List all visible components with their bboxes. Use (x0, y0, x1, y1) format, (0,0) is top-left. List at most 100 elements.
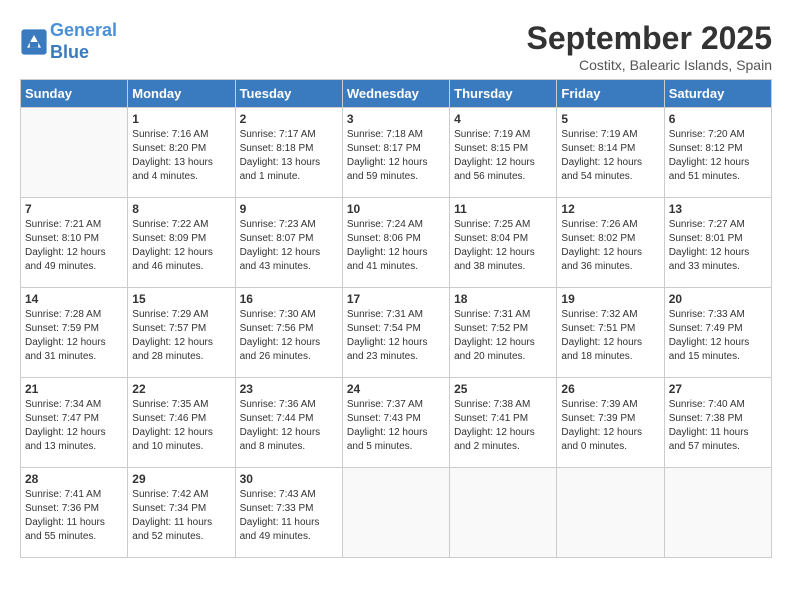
day-number: 12 (561, 202, 659, 216)
day-info: Sunrise: 7:19 AM Sunset: 8:14 PM Dayligh… (561, 128, 659, 184)
calendar-cell: 24 Sunrise: 7:37 AM Sunset: 7:43 PM Dayli… (342, 378, 449, 468)
day-number: 6 (669, 112, 767, 126)
day-info: Sunrise: 7:26 AM Sunset: 8:02 PM Dayligh… (561, 218, 659, 274)
day-info: Sunrise: 7:36 AM Sunset: 7:44 PM Dayligh… (240, 398, 338, 454)
day-number: 4 (454, 112, 552, 126)
day-info: Sunrise: 7:33 AM Sunset: 7:49 PM Dayligh… (669, 308, 767, 364)
day-number: 3 (347, 112, 445, 126)
calendar-cell (557, 468, 664, 558)
title-block: September 2025 Costitx, Balearic Islands… (527, 20, 772, 73)
week-row-0: 1 Sunrise: 7:16 AM Sunset: 8:20 PM Daylig… (21, 108, 772, 198)
day-number: 22 (132, 382, 230, 396)
day-number: 10 (347, 202, 445, 216)
day-number: 11 (454, 202, 552, 216)
calendar-cell: 13Sunrise: 7:27 AM Sunset: 8:01 PM Dayli… (664, 198, 771, 288)
calendar-cell: 14 Sunrise: 7:28 AM Sunset: 7:59 PM Dayli… (21, 288, 128, 378)
day-header-sunday: Sunday (21, 80, 128, 108)
day-info: Sunrise: 7:27 AM Sunset: 8:01 PM Dayligh… (669, 218, 767, 274)
day-number: 1 (132, 112, 230, 126)
location: Costitx, Balearic Islands, Spain (527, 57, 772, 73)
day-info: Sunrise: 7:20 AM Sunset: 8:12 PM Dayligh… (669, 128, 767, 184)
day-number: 16 (240, 292, 338, 306)
day-number: 21 (25, 382, 123, 396)
day-header-wednesday: Wednesday (342, 80, 449, 108)
calendar-cell: 11 Sunrise: 7:25 AM Sunset: 8:04 PM Dayli… (450, 198, 557, 288)
logo-line1: General (50, 20, 117, 40)
calendar-cell: 26 Sunrise: 7:39 AM Sunset: 7:39 PM Dayli… (557, 378, 664, 468)
day-number: 18 (454, 292, 552, 306)
day-info: Sunrise: 7:16 AM Sunset: 8:20 PM Dayligh… (132, 128, 230, 184)
day-number: 25 (454, 382, 552, 396)
calendar-cell: 18 Sunrise: 7:31 AM Sunset: 7:52 PM Dayli… (450, 288, 557, 378)
calendar-cell: 2 Sunrise: 7:17 AM Sunset: 8:18 PM Daylig… (235, 108, 342, 198)
day-info: Sunrise: 7:30 AM Sunset: 7:56 PM Dayligh… (240, 308, 338, 364)
week-row-2: 14 Sunrise: 7:28 AM Sunset: 7:59 PM Dayli… (21, 288, 772, 378)
day-number: 24 (347, 382, 445, 396)
logo: General Blue (20, 20, 117, 63)
calendar-cell: 3Sunrise: 7:18 AM Sunset: 8:17 PM Daylig… (342, 108, 449, 198)
day-info: Sunrise: 7:21 AM Sunset: 8:10 PM Dayligh… (25, 218, 123, 274)
calendar-cell: 6 Sunrise: 7:20 AM Sunset: 8:12 PM Daylig… (664, 108, 771, 198)
day-info: Sunrise: 7:22 AM Sunset: 8:09 PM Dayligh… (132, 218, 230, 274)
day-info: Sunrise: 7:37 AM Sunset: 7:43 PM Dayligh… (347, 398, 445, 454)
calendar-cell: 17 Sunrise: 7:31 AM Sunset: 7:54 PM Dayli… (342, 288, 449, 378)
day-number: 23 (240, 382, 338, 396)
day-info: Sunrise: 7:41 AM Sunset: 7:36 PM Dayligh… (25, 488, 123, 544)
day-info: Sunrise: 7:28 AM Sunset: 7:59 PM Dayligh… (25, 308, 123, 364)
day-info: Sunrise: 7:19 AM Sunset: 8:15 PM Dayligh… (454, 128, 552, 184)
day-number: 2 (240, 112, 338, 126)
calendar-cell: 9 Sunrise: 7:23 AM Sunset: 8:07 PM Daylig… (235, 198, 342, 288)
day-info: Sunrise: 7:40 AM Sunset: 7:38 PM Dayligh… (669, 398, 767, 454)
day-info: Sunrise: 7:24 AM Sunset: 8:06 PM Dayligh… (347, 218, 445, 274)
day-header-thursday: Thursday (450, 80, 557, 108)
calendar-cell: 1 Sunrise: 7:16 AM Sunset: 8:20 PM Daylig… (128, 108, 235, 198)
day-number: 15 (132, 292, 230, 306)
day-info: Sunrise: 7:25 AM Sunset: 8:04 PM Dayligh… (454, 218, 552, 274)
day-info: Sunrise: 7:39 AM Sunset: 7:39 PM Dayligh… (561, 398, 659, 454)
day-info: Sunrise: 7:42 AM Sunset: 7:34 PM Dayligh… (132, 488, 230, 544)
calendar-cell: 25Sunrise: 7:38 AM Sunset: 7:41 PM Dayli… (450, 378, 557, 468)
calendar-cell: 12 Sunrise: 7:26 AM Sunset: 8:02 PM Dayli… (557, 198, 664, 288)
day-header-tuesday: Tuesday (235, 80, 342, 108)
day-number: 14 (25, 292, 123, 306)
logo-line2: Blue (50, 42, 117, 64)
calendar-cell: 16 Sunrise: 7:30 AM Sunset: 7:56 PM Dayli… (235, 288, 342, 378)
calendar-cell: 30Sunrise: 7:43 AM Sunset: 7:33 PM Dayli… (235, 468, 342, 558)
day-number: 7 (25, 202, 123, 216)
calendar-cell: 15Sunrise: 7:29 AM Sunset: 7:57 PM Dayli… (128, 288, 235, 378)
calendar-cell: 27Sunrise: 7:40 AM Sunset: 7:38 PM Dayli… (664, 378, 771, 468)
calendar-cell (342, 468, 449, 558)
day-number: 28 (25, 472, 123, 486)
calendar-header: SundayMondayTuesdayWednesdayThursdayFrid… (21, 80, 772, 108)
day-info: Sunrise: 7:43 AM Sunset: 7:33 PM Dayligh… (240, 488, 338, 544)
day-info: Sunrise: 7:31 AM Sunset: 7:54 PM Dayligh… (347, 308, 445, 364)
calendar-cell: 23 Sunrise: 7:36 AM Sunset: 7:44 PM Dayli… (235, 378, 342, 468)
calendar-cell: 22Sunrise: 7:35 AM Sunset: 7:46 PM Dayli… (128, 378, 235, 468)
day-info: Sunrise: 7:31 AM Sunset: 7:52 PM Dayligh… (454, 308, 552, 364)
day-header-saturday: Saturday (664, 80, 771, 108)
day-info: Sunrise: 7:32 AM Sunset: 7:51 PM Dayligh… (561, 308, 659, 364)
day-info: Sunrise: 7:23 AM Sunset: 8:07 PM Dayligh… (240, 218, 338, 274)
calendar-cell (450, 468, 557, 558)
calendar-body: 1 Sunrise: 7:16 AM Sunset: 8:20 PM Daylig… (21, 108, 772, 558)
logo-text: General Blue (50, 20, 117, 63)
calendar-cell: 21Sunrise: 7:34 AM Sunset: 7:47 PM Dayli… (21, 378, 128, 468)
day-number: 9 (240, 202, 338, 216)
page-header: General Blue September 2025 Costitx, Bal… (20, 20, 772, 73)
calendar-cell (21, 108, 128, 198)
day-header-monday: Monday (128, 80, 235, 108)
logo-icon (20, 28, 48, 56)
calendar-cell: 7 Sunrise: 7:21 AM Sunset: 8:10 PM Daylig… (21, 198, 128, 288)
day-number: 17 (347, 292, 445, 306)
day-info: Sunrise: 7:17 AM Sunset: 8:18 PM Dayligh… (240, 128, 338, 184)
week-row-4: 28 Sunrise: 7:41 AM Sunset: 7:36 PM Dayli… (21, 468, 772, 558)
calendar-cell: 10 Sunrise: 7:24 AM Sunset: 8:06 PM Dayli… (342, 198, 449, 288)
day-number: 20 (669, 292, 767, 306)
day-number: 29 (132, 472, 230, 486)
calendar-cell: 20 Sunrise: 7:33 AM Sunset: 7:49 PM Dayli… (664, 288, 771, 378)
day-number: 19 (561, 292, 659, 306)
month-title: September 2025 (527, 20, 772, 57)
calendar-table: SundayMondayTuesdayWednesdayThursdayFrid… (20, 79, 772, 558)
week-row-1: 7 Sunrise: 7:21 AM Sunset: 8:10 PM Daylig… (21, 198, 772, 288)
day-number: 26 (561, 382, 659, 396)
